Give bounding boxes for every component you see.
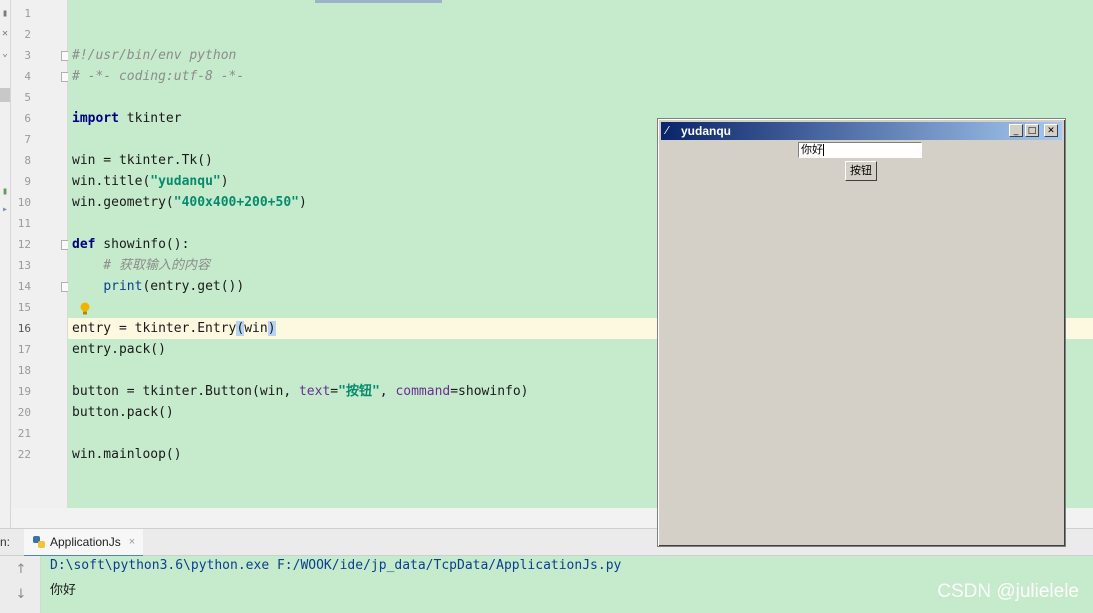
arrow-up-icon[interactable]: ↑	[14, 562, 28, 577]
line-number: 2	[24, 28, 31, 41]
console-command-line: D:\soft\python3.6\python.exe F:/WOOK/ide…	[50, 558, 622, 573]
code-line: win = tkinter.Tk()	[72, 150, 213, 171]
line-number: 7	[24, 133, 31, 146]
line-number: 19	[17, 385, 31, 398]
keyword: def	[72, 237, 96, 252]
debug-marker-icon[interactable]: ▸	[0, 204, 10, 216]
run-tab-label: ApplicationJs	[50, 535, 121, 549]
code-text: tkinter	[118, 111, 182, 126]
line-number: 14	[17, 280, 31, 293]
code-text: button = tkinter.Button(win,	[72, 384, 299, 399]
line-number-gutter: 1 2 3 4 5 6 7 8 9 10 11 12 13 14 15 16 1…	[11, 0, 71, 508]
line-number: 22	[17, 448, 31, 461]
keyword: import	[72, 111, 119, 126]
line-number: 8	[24, 154, 31, 167]
minimize-button[interactable]: _	[1009, 124, 1023, 137]
code-line: # 获取输入的内容	[72, 255, 210, 276]
line-number: 16	[17, 322, 31, 335]
maximize-button[interactable]: □	[1025, 124, 1039, 137]
console-output[interactable]: D:\soft\python3.6\python.exe F:/WOOK/ide…	[41, 556, 1093, 613]
comment: # 获取输入的内容	[72, 258, 210, 273]
code-text: showinfo():	[95, 237, 190, 252]
tk-titlebar[interactable]: ⁄ yudanqu _ □ ✕	[661, 122, 1062, 140]
string-literal: "按钮"	[338, 384, 380, 399]
code-text: button.pack()	[72, 405, 174, 420]
line-number: 9	[24, 175, 31, 188]
builtin-function: print	[103, 279, 143, 294]
text-caret	[823, 144, 824, 156]
string-literal: "400x400+200+50"	[173, 195, 299, 210]
code-text: )	[220, 174, 229, 189]
code-line-current: entry = tkinter.Entry(win)	[72, 318, 276, 339]
line-number: 13	[17, 259, 31, 272]
code-text: entry = tkinter.Entry	[72, 321, 237, 336]
editor-tab-indicator	[315, 0, 442, 3]
code-text: win.geometry(	[72, 195, 174, 210]
line-number: 11	[17, 217, 31, 230]
run-panel-label: n:	[0, 535, 11, 549]
code-line: import tkinter	[72, 108, 182, 129]
code-line: button.pack()	[72, 402, 174, 423]
tk-button[interactable]: 按钮	[845, 161, 877, 181]
code-text: )	[298, 195, 307, 210]
run-tab-applicationjs[interactable]: ApplicationJs ×	[24, 529, 144, 557]
line-number: 3	[24, 49, 31, 62]
line-number: 12	[17, 238, 31, 251]
scroll-marker[interactable]	[0, 88, 10, 102]
code-line: #!/usr/bin/env python	[72, 45, 236, 66]
code-text: entry.pack()	[72, 342, 166, 357]
structure-icon[interactable]: ▮	[0, 8, 10, 20]
code-text: win.title(	[72, 174, 151, 189]
chevron-down-icon[interactable]: ⌄	[0, 48, 10, 60]
tk-entry-field[interactable]: 你好	[798, 142, 922, 158]
console-output-line: 你好	[50, 583, 77, 598]
comment: # -*- coding:utf-8 -*-	[72, 69, 245, 84]
code-text: ,	[379, 384, 396, 399]
code-line: def showinfo():	[72, 234, 189, 255]
code-text: =	[330, 384, 339, 399]
run-marker-icon[interactable]: ▮	[0, 186, 10, 198]
python-icon	[33, 536, 45, 548]
keyword-argument: command	[395, 384, 451, 399]
line-number: 10	[17, 196, 31, 209]
code-text: win = tkinter.Tk()	[72, 153, 213, 168]
left-tool-strip: ▮ ✕ ⌄ ▮ ▸	[0, 0, 11, 528]
bracket-highlight: )	[267, 321, 276, 336]
entry-value: 你好	[801, 143, 823, 156]
line-number: 6	[24, 112, 31, 125]
close-button[interactable]: ✕	[1044, 124, 1058, 137]
code-line: win.title("yudanqu")	[72, 171, 229, 192]
keyword-argument: text	[298, 384, 331, 399]
line-number: 17	[17, 343, 31, 356]
string-literal: "yudanqu"	[150, 174, 221, 189]
close-icon[interactable]: ×	[129, 536, 135, 548]
arrow-down-icon[interactable]: ↓	[14, 587, 28, 602]
code-line: entry.pack()	[72, 339, 166, 360]
console-toolbar: ↑ ↓	[0, 556, 41, 613]
code-line: win.mainloop()	[72, 444, 182, 465]
feather-icon: ⁄	[666, 124, 668, 137]
code-text: (entry.get())	[142, 279, 245, 294]
tk-window-title: yudanqu	[681, 124, 731, 138]
collapse-icon[interactable]: ✕	[0, 28, 10, 40]
line-number: 20	[17, 406, 31, 419]
line-number: 1	[24, 7, 31, 20]
code-text: win	[244, 321, 268, 336]
code-line: button = tkinter.Button(win, text="按钮", …	[72, 381, 529, 402]
line-number: 21	[17, 427, 31, 440]
code-line: win.geometry("400x400+200+50")	[72, 192, 307, 213]
line-number: 5	[24, 91, 31, 104]
code-line: # -*- coding:utf-8 -*-	[72, 66, 244, 87]
code-text: =showinfo)	[450, 384, 529, 399]
tk-window: ⁄ yudanqu _ □ ✕ 你好 按钮	[657, 118, 1066, 547]
comment: #!/usr/bin/env python	[72, 48, 237, 63]
watermark: CSDN @julielele	[937, 581, 1079, 602]
line-number: 15	[17, 301, 31, 314]
line-number: 4	[24, 70, 31, 83]
code-text: win.mainloop()	[72, 447, 182, 462]
line-number: 18	[17, 364, 31, 377]
lightbulb-icon[interactable]	[80, 302, 90, 316]
code-line: print(entry.get())	[72, 276, 244, 297]
